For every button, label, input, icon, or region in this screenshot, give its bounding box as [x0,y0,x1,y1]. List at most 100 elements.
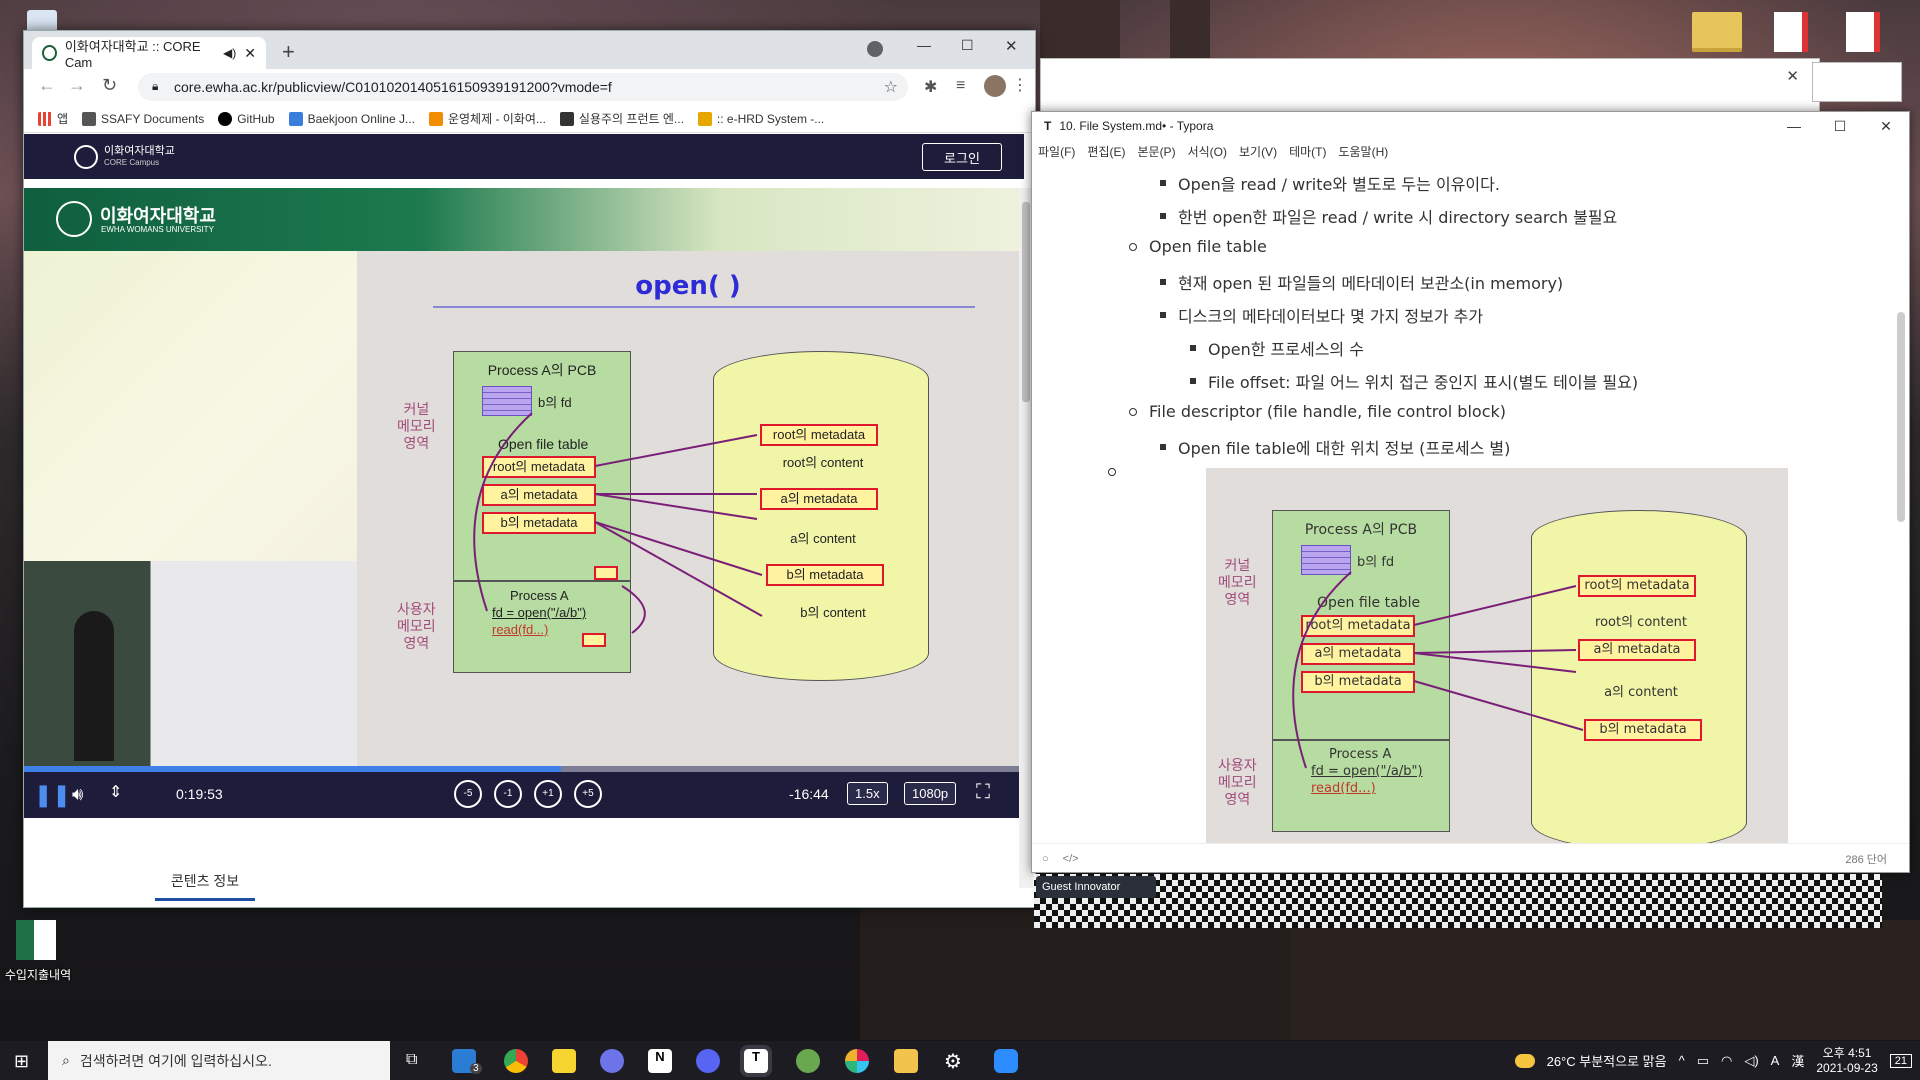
menu-view[interactable]: 보기(V) [1239,143,1277,160]
weather-text[interactable]: 26°C 부분적으로 맑음 [1547,1051,1667,1070]
typora-scrollbar[interactable] [1897,312,1905,522]
list-item[interactable]: 한번 open한 파일은 read / write 시 directory se… [1160,204,1617,228]
zoom-icon[interactable] [994,1049,1018,1073]
battery-icon[interactable]: ▭ [1697,1053,1709,1069]
pause-icon[interactable]: ❚❚ [34,782,71,808]
bookmark-apps[interactable]: 앱 [38,110,68,127]
bullet-icon [1160,444,1166,450]
video-player[interactable]: 이화여자대학교 EWHA WOMANS UNIVERSITY open( ) P… [24,188,1019,818]
bookmark-label: Baekjoon Online J... [307,111,415,126]
volume-icon[interactable]: ◁) [1744,1053,1758,1069]
source-mode-icon[interactable]: </> [1063,853,1079,865]
bookmark-os[interactable]: 운영체제 - 이화여... [428,110,546,127]
rewind-1-icon[interactable]: -1 [494,780,522,808]
app-icon[interactable] [796,1049,820,1073]
ime-indicator[interactable]: A [1771,1053,1780,1068]
list-item[interactable]: 디스크의 메타데이터보다 몇 가지 정보가 추가 [1160,303,1483,327]
list-item[interactable]: File offset: 파일 어느 위치 접근 중인지 표시(별도 테이블 필… [1190,369,1638,393]
outline-toggle-icon[interactable]: ○ [1042,853,1049,865]
notion-icon[interactable]: N [648,1049,672,1073]
menu-help[interactable]: 도움말(H) [1338,143,1388,160]
reload-icon[interactable]: ↻ [102,75,117,96]
browser-tab[interactable]: 이화여자대학교 :: CORE Cam ◀) ✕ [32,37,266,70]
close-window-icon[interactable]: ✕ [1005,37,1018,55]
new-tab-icon[interactable]: + [282,39,295,65]
excel-file-icon[interactable] [16,920,56,960]
maximize-icon[interactable]: ☐ [961,37,974,54]
remote-session-strip [1034,874,1882,928]
bookmark-baekjoon[interactable]: Baekjoon Online J... [288,111,415,126]
slide-left-panel [24,251,357,561]
chrome-icon[interactable] [504,1049,528,1073]
slack-icon[interactable] [845,1049,869,1073]
tab-search-icon[interactable] [867,41,883,57]
bookmark-frontend[interactable]: 실용주의 프런트 엔... [559,110,684,127]
profile-avatar[interactable] [984,75,1006,97]
list-item[interactable]: 현재 open 된 파일들의 메타데이터 보관소(in memory) [1160,270,1563,294]
forward-icon[interactable]: → [68,75,86,96]
typora-editor[interactable]: Open을 read / write와 별도로 두는 이유이다. 한번 open… [1032,162,1909,843]
bookmark-star-icon[interactable]: ☆ [884,77,898,97]
typora-taskbar-icon[interactable]: T [740,1045,772,1077]
close-window-icon[interactable]: ✕ [1863,112,1909,140]
login-button[interactable]: 로그인 [922,143,1002,171]
discord-icon[interactable] [696,1049,720,1073]
notification-badge[interactable]: 21 [1889,1053,1912,1068]
pdf-file-icon[interactable] [1774,12,1808,52]
discord-icon[interactable] [600,1049,624,1073]
menu-paragraph[interactable]: 본문(P) [1137,143,1175,160]
chrome-window: 이화여자대학교 :: CORE Cam ◀) ✕ + — ☐ ✕ ← → ↻ 🔒… [23,30,1036,908]
bookmark-github[interactable]: GitHub [218,111,275,126]
network-icon[interactable]: ◠ [1721,1053,1732,1069]
media-control-icon[interactable]: ≡ [956,77,965,95]
menu-file[interactable]: 파일(F) [1038,143,1075,160]
embedded-slide-image[interactable]: Process A의 PCB b의 fd Open file table roo… [1206,468,1788,843]
close-tab-icon[interactable]: ✕ [244,45,256,62]
rewind-5-icon[interactable]: -5 [454,780,482,808]
volume-icon[interactable]: 🔊︎ [72,784,83,805]
bullet-icon [1190,378,1196,384]
menu-format[interactable]: 서식(O) [1188,143,1227,160]
sticky-notes-icon[interactable] [552,1049,576,1073]
minimize-icon[interactable]: — [917,37,931,53]
volume-stepper-icon[interactable]: ⇕ [109,782,122,802]
close-window-icon[interactable]: ✕ [1786,67,1799,85]
bookmark-ssafy[interactable]: SSAFY Documents [82,111,204,126]
address-bar[interactable]: 🔒︎ core.ewha.ac.kr/publicview/C010102014… [138,73,908,101]
pdf-file-icon[interactable] [1846,12,1880,52]
bookmark-ehrd[interactable]: :: e-HRD System -... [697,111,824,126]
extensions-icon[interactable]: ✱ [924,77,937,97]
typora-title: 10. File System.md• - Typora [1059,119,1214,133]
list-item[interactable]: Open file table [1129,237,1267,256]
list-item[interactable]: Open file table에 대한 위치 정보 (프로세스 별) [1160,435,1510,459]
taskbar-search[interactable]: ⌕ 검색하려면 여기에 입력하십시오. [48,1041,390,1080]
folder-icon[interactable] [1692,12,1742,52]
tab-content-info[interactable]: 콘텐츠 정보 [155,863,255,901]
minimize-icon[interactable]: — [1771,112,1817,140]
bookmark-label: 실용주의 프런트 엔... [578,112,684,126]
task-view-icon[interactable]: ⧉ [406,1051,417,1069]
maximize-icon[interactable]: ☐ [1817,112,1863,140]
word-count[interactable]: 286 단어 [1845,851,1887,867]
clock[interactable]: 오후 4:51 2021-09-23 [1816,1046,1877,1076]
list-item[interactable] [1108,468,1116,476]
speed-button[interactable]: 1.5x [847,782,888,805]
quality-button[interactable]: 1080p [904,782,957,805]
menu-edit[interactable]: 편집(E) [1087,143,1125,160]
settings-gear-icon[interactable]: ⚙ [944,1049,962,1074]
chevron-up-icon[interactable]: ^ [1679,1053,1685,1068]
back-icon[interactable]: ← [38,75,56,96]
menu-kebab-icon[interactable]: ⋮ [1012,75,1028,95]
fullscreen-icon[interactable]: ⛶ [976,781,990,804]
scrollbar-thumb[interactable] [1022,202,1030,402]
file-explorer-icon[interactable] [894,1049,918,1073]
list-item[interactable]: Open을 read / write와 별도로 두는 이유이다. [1160,171,1500,195]
list-item[interactable]: Open한 프로세스의 수 [1190,336,1364,360]
list-item[interactable]: File descriptor (file handle, file contr… [1129,402,1506,421]
desktop-icon-label[interactable]: 수입지출내역 [0,966,76,983]
menu-theme[interactable]: 테마(T) [1289,143,1326,160]
forward-1-icon[interactable]: +1 [534,780,562,808]
forward-5-icon[interactable]: +5 [574,780,602,808]
windows-start-icon[interactable]: ⊞ [14,1051,29,1072]
ime-hanja-indicator[interactable]: 漢 [1791,1051,1804,1070]
